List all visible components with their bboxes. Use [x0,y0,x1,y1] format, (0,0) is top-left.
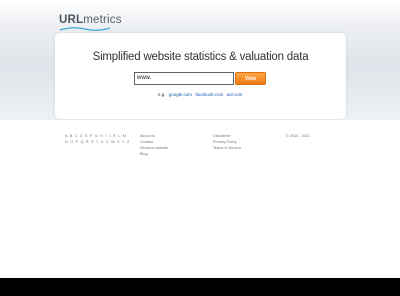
urlmetrics-logo[interactable]: URLmetrics [59,12,129,32]
alphabet-index: A B C D E F G H I J K L M N O P Q R S T … [65,133,129,145]
domain-search-input[interactable] [134,72,234,85]
example-link-aol[interactable]: aol.com [227,92,243,97]
footer-links-legal: Disclaimer Privacy Policy Terms of Servi… [213,133,241,151]
examples-prefix: e.g. [158,92,166,97]
alphabet-line-2[interactable]: N O P Q R S T U V W X Y Z [65,139,129,145]
page-headline: Simplified website statistics & valuatio… [92,51,309,63]
bottom-bar [0,278,400,296]
footer-link-terms[interactable]: Terms of Service [213,145,241,151]
search-card: Simplified website statistics & valuatio… [55,33,346,119]
example-link-google[interactable]: google.com [169,92,192,97]
footer-link-blog[interactable]: Blog [140,151,168,157]
footer-links-company: About us Contact Remove website Blog [140,133,168,157]
copyright: © 2015 - 2021 [286,134,311,138]
example-links: e.g. google.com facebook.com aol.com [158,92,242,97]
logo-text: URLmetrics [59,14,122,26]
logo-swoosh-icon [59,27,111,31]
example-link-facebook[interactable]: facebook.com [195,92,223,97]
view-button[interactable]: View [235,72,266,85]
